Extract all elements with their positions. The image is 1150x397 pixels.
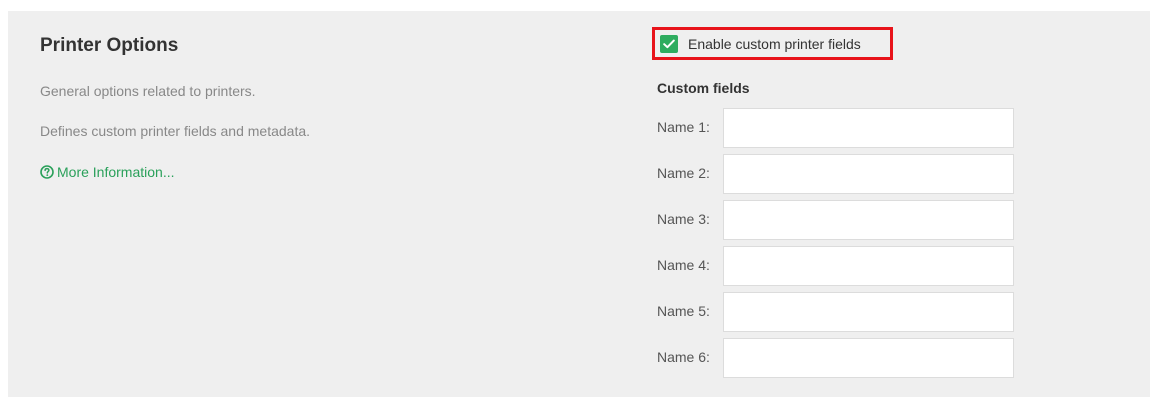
enable-custom-fields-label: Enable custom printer fields: [688, 35, 861, 52]
custom-field-row-5: Name 5:: [657, 292, 1017, 332]
custom-field-input-2[interactable]: [723, 154, 1014, 194]
more-information-label: More Information...: [57, 164, 175, 180]
custom-field-label-1: Name 1:: [657, 119, 710, 135]
custom-field-row-6: Name 6:: [657, 338, 1017, 378]
section-description-general: General options related to printers.: [40, 83, 256, 99]
custom-field-input-6[interactable]: [723, 338, 1014, 378]
custom-field-input-1[interactable]: [723, 108, 1014, 148]
custom-field-row-3: Name 3:: [657, 200, 1017, 240]
custom-field-input-5[interactable]: [723, 292, 1014, 332]
custom-field-label-6: Name 6:: [657, 349, 710, 365]
checkmark-icon: [663, 39, 675, 48]
enable-custom-fields-checkbox[interactable]: [660, 34, 678, 53]
custom-field-row-1: Name 1:: [657, 108, 1017, 148]
custom-field-label-2: Name 2:: [657, 165, 710, 181]
help-circle-icon: [40, 165, 54, 179]
custom-field-row-2: Name 2:: [657, 154, 1017, 194]
section-title: Printer Options: [40, 35, 179, 56]
custom-field-input-4[interactable]: [723, 246, 1014, 286]
custom-fields-title: Custom fields: [657, 80, 750, 96]
more-information-link[interactable]: More Information...: [40, 164, 175, 180]
custom-field-row-4: Name 4:: [657, 246, 1017, 286]
custom-field-input-3[interactable]: [723, 200, 1014, 240]
section-description-custom-fields: Defines custom printer fields and metada…: [40, 123, 311, 139]
custom-field-label-5: Name 5:: [657, 303, 710, 319]
printer-options-panel: Printer Options General options related …: [8, 11, 1150, 397]
enable-custom-fields-toggle[interactable]: Enable custom printer fields: [652, 27, 893, 60]
custom-field-label-3: Name 3:: [657, 211, 710, 227]
custom-field-label-4: Name 4:: [657, 257, 710, 273]
